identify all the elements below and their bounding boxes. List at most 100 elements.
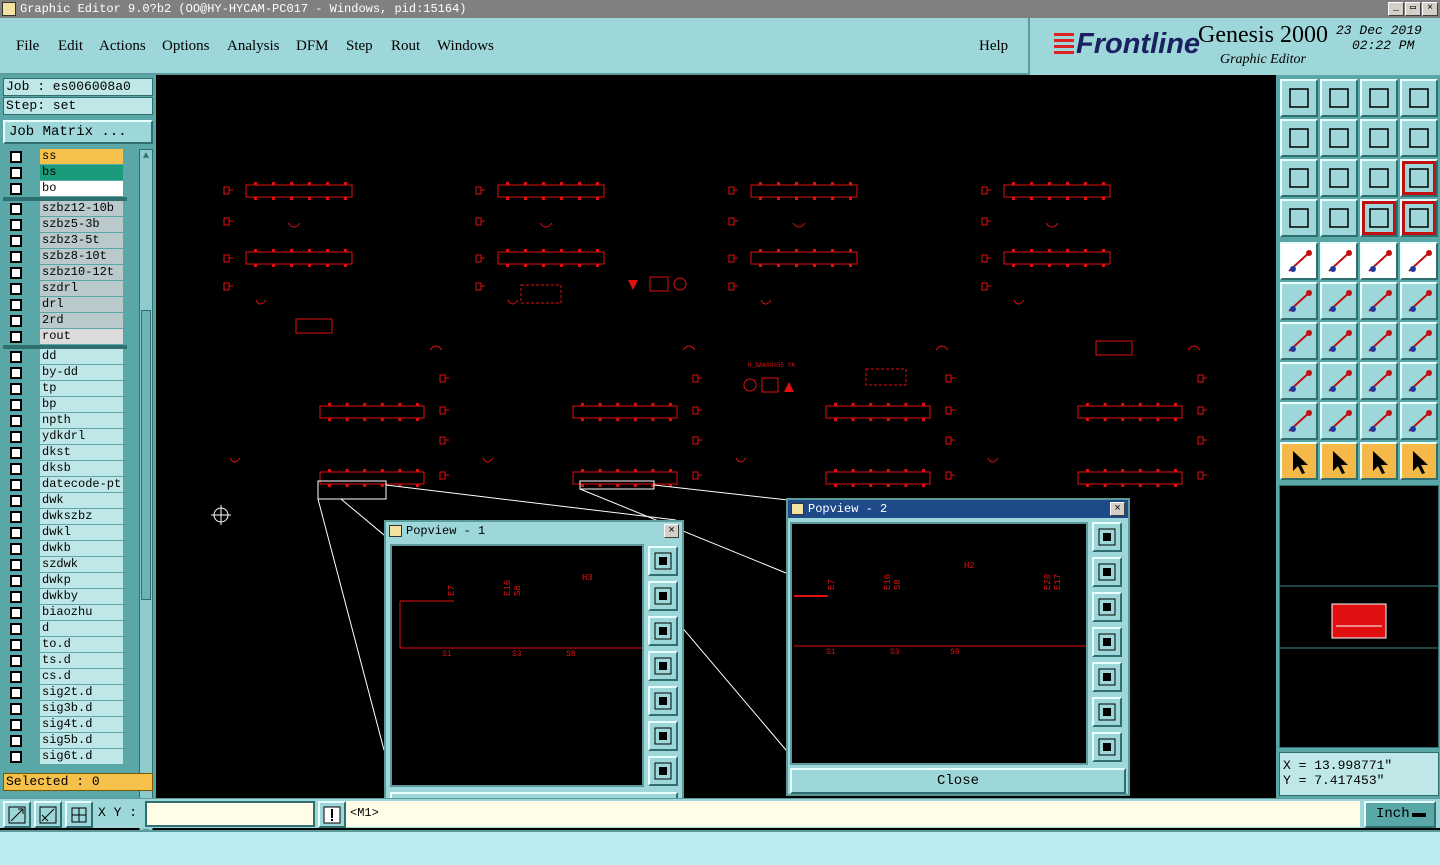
layer-checkbox[interactable] (10, 383, 22, 395)
layer-checkbox[interactable] (10, 719, 22, 731)
layer-name[interactable]: datecode-pt (40, 477, 123, 492)
layer-row[interactable]: szdrl (3, 281, 127, 297)
tool-button[interactable] (1320, 282, 1358, 320)
layer-checkbox[interactable] (10, 735, 22, 747)
popview-1-close-x[interactable]: × (664, 524, 679, 538)
layer-row[interactable]: bo (3, 181, 127, 197)
layer-name[interactable]: dwkb (40, 541, 123, 556)
layer-row[interactable]: dwkp (3, 573, 127, 589)
tool-button[interactable] (1280, 199, 1318, 237)
layer-row[interactable]: szbz8-10t (3, 249, 127, 265)
layer-name[interactable]: 2rd (40, 313, 123, 328)
popview-tool-button[interactable] (648, 616, 678, 646)
layer-row[interactable]: sig5b.d (3, 733, 127, 749)
zoom-box-button[interactable] (3, 801, 31, 828)
tool-button[interactable] (1360, 242, 1398, 280)
layer-row[interactable]: sig3b.d (3, 701, 127, 717)
menu-step[interactable]: Step (346, 38, 373, 55)
measure-button[interactable] (34, 801, 62, 828)
tool-button[interactable] (1320, 442, 1358, 480)
layer-checkbox[interactable] (10, 399, 22, 411)
layer-checkbox[interactable] (10, 351, 22, 363)
layer-name[interactable]: szdwk (40, 557, 123, 572)
layer-checkbox[interactable] (10, 575, 22, 587)
layer-name[interactable]: by-dd (40, 365, 123, 380)
minimap[interactable] (1279, 485, 1439, 748)
tool-button[interactable] (1280, 282, 1318, 320)
layer-row[interactable]: npth (3, 413, 127, 429)
layer-checkbox[interactable] (10, 655, 22, 667)
menu-help[interactable]: Help (979, 38, 1008, 55)
layer-row[interactable]: sig2t.d (3, 685, 127, 701)
layer-name[interactable]: sig2t.d (40, 685, 123, 700)
layer-checkbox[interactable] (10, 479, 22, 491)
tool-button[interactable] (1360, 199, 1398, 237)
popview-tool-button[interactable] (648, 546, 678, 576)
layer-name[interactable]: npth (40, 413, 123, 428)
layer-row[interactable]: szbz3-5t (3, 233, 127, 249)
layer-name[interactable]: tp (40, 381, 123, 396)
layer-checkbox[interactable] (10, 331, 22, 343)
scroll-thumb[interactable] (141, 310, 151, 600)
layer-checkbox[interactable] (10, 671, 22, 683)
layer-name[interactable]: d (40, 621, 123, 636)
layer-row[interactable]: sig6t.d (3, 749, 127, 765)
tool-button[interactable] (1320, 199, 1358, 237)
layer-checkbox[interactable] (10, 167, 22, 179)
layer-name[interactable]: dwkby (40, 589, 123, 604)
layer-scrollbar[interactable]: ▲ ▼ (139, 149, 153, 842)
menu-windows[interactable]: Windows (437, 38, 494, 55)
layer-name[interactable]: cs.d (40, 669, 123, 684)
layer-name[interactable]: szbz10-12t (40, 265, 123, 280)
layer-checkbox[interactable] (10, 511, 22, 523)
layer-checkbox[interactable] (10, 687, 22, 699)
layer-name[interactable]: sig3b.d (40, 701, 123, 716)
popview-tool-button[interactable] (648, 756, 678, 786)
layer-name[interactable]: rout (40, 329, 123, 344)
layer-checkbox[interactable] (10, 527, 22, 539)
maximize-button[interactable]: ▭ (1405, 2, 1421, 16)
popview-tool-button[interactable] (1092, 697, 1122, 727)
popview-tool-button[interactable] (1092, 557, 1122, 587)
popview-tool-button[interactable] (648, 651, 678, 681)
layer-checkbox[interactable] (10, 543, 22, 555)
layer-name[interactable]: szbz5-3b (40, 217, 123, 232)
layer-checkbox[interactable] (10, 639, 22, 651)
popview-2-close-button[interactable]: Close (790, 768, 1126, 794)
layer-checkbox[interactable] (10, 267, 22, 279)
menu-options[interactable]: Options (162, 38, 210, 55)
layer-row[interactable]: dksb (3, 461, 127, 477)
layer-row[interactable]: sig4t.d (3, 717, 127, 733)
popview-tool-button[interactable] (648, 686, 678, 716)
layer-row[interactable]: ts.d (3, 653, 127, 669)
popview-tool-button[interactable] (648, 721, 678, 751)
layer-row[interactable]: tp (3, 381, 127, 397)
layer-checkbox[interactable] (10, 559, 22, 571)
menu-edit[interactable]: Edit (58, 38, 83, 55)
tool-button[interactable] (1360, 322, 1398, 360)
tool-button[interactable] (1400, 322, 1438, 360)
layer-row[interactable]: biaozhu (3, 605, 127, 621)
tool-button[interactable] (1360, 282, 1398, 320)
layer-checkbox[interactable] (10, 431, 22, 443)
layer-name[interactable]: dwkl (40, 525, 123, 540)
layer-name[interactable]: ss (40, 149, 123, 164)
popview-tool-button[interactable] (1092, 627, 1122, 657)
layer-row[interactable]: drl (3, 297, 127, 313)
layer-name[interactable]: dwkszbz (40, 509, 123, 524)
layer-name[interactable]: bs (40, 165, 123, 180)
layer-row[interactable]: ydkdrl (3, 429, 127, 445)
tool-button[interactable] (1280, 322, 1318, 360)
layer-row[interactable]: cs.d (3, 669, 127, 685)
tool-button[interactable] (1280, 362, 1318, 400)
layer-row[interactable]: 2rd (3, 313, 127, 329)
popview-1-view[interactable]: E7 E16 S8 H3 S1 S3 S8 (390, 544, 644, 787)
menu-dfm[interactable]: DFM (296, 38, 329, 55)
layer-row[interactable]: datecode-pt (3, 477, 127, 493)
layer-name[interactable]: dwkp (40, 573, 123, 588)
layer-name[interactable]: sig4t.d (40, 717, 123, 732)
tool-button[interactable] (1280, 159, 1318, 197)
layer-row[interactable]: szdwk (3, 557, 127, 573)
tool-button[interactable] (1280, 119, 1318, 157)
layer-checkbox[interactable] (10, 367, 22, 379)
